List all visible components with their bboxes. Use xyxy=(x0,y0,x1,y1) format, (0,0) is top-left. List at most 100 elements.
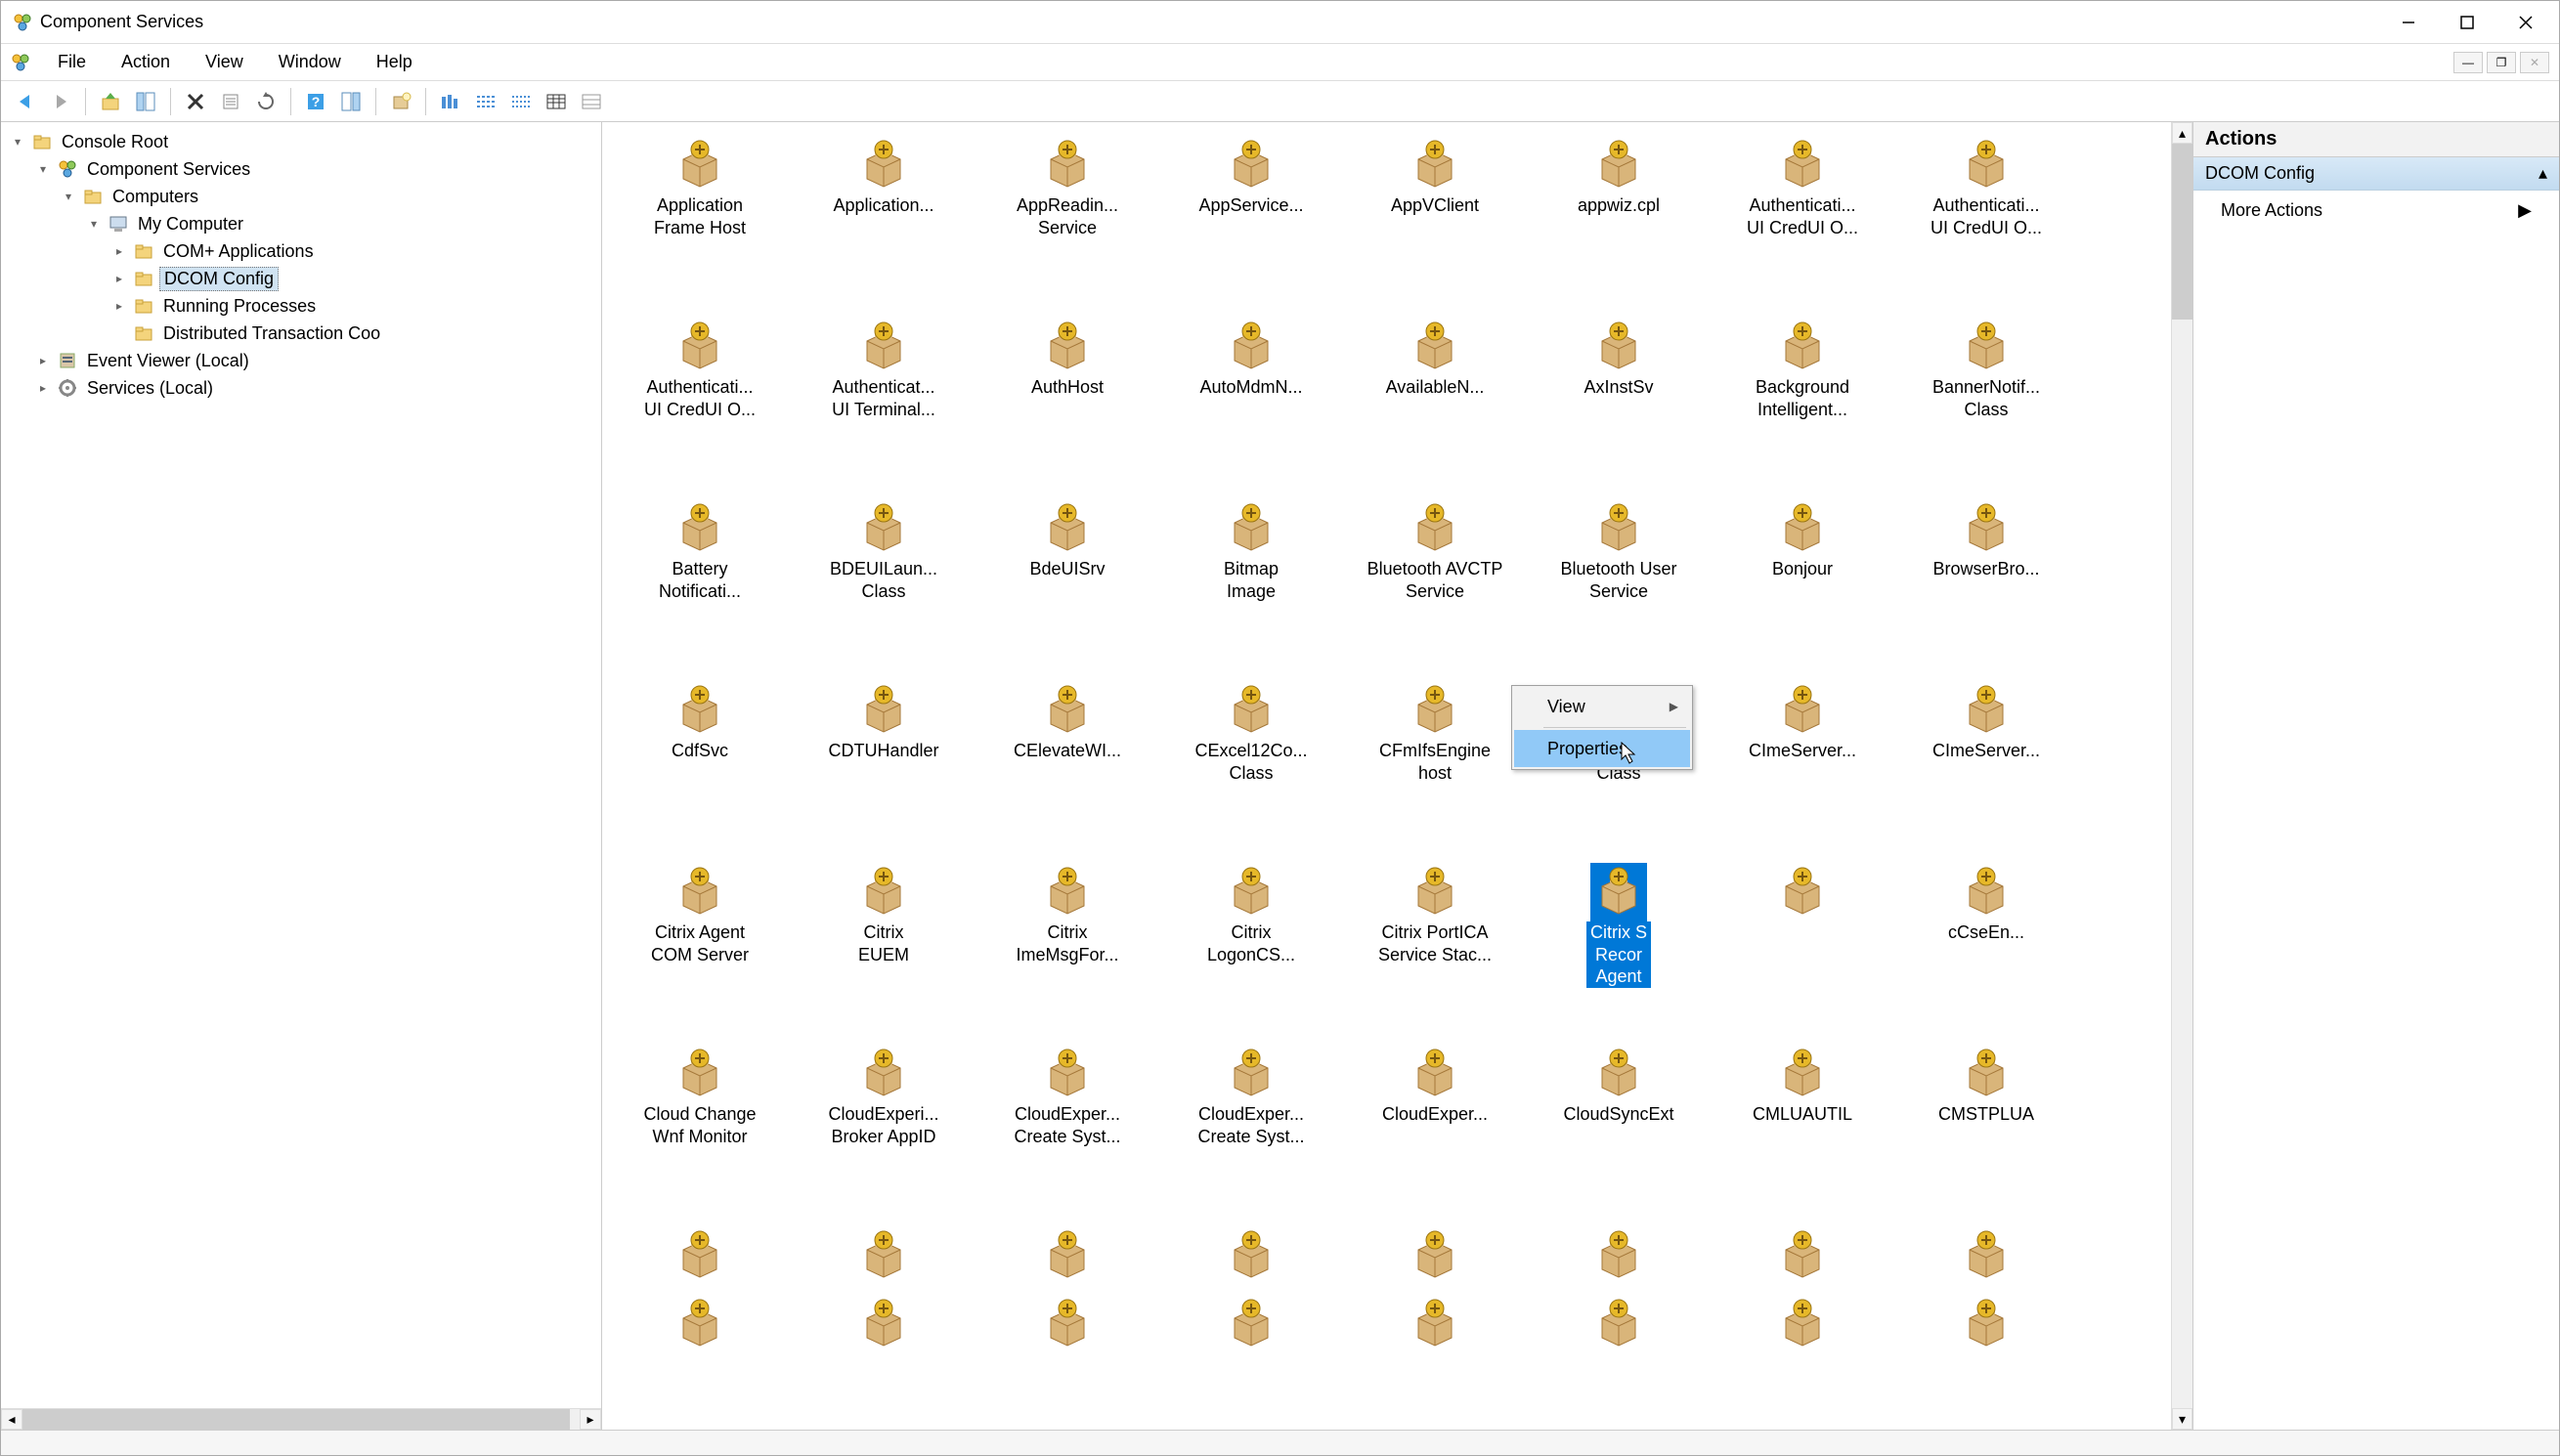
scroll-thumb[interactable] xyxy=(22,1409,570,1430)
dcom-item[interactable]: AuthHost xyxy=(976,312,1159,493)
dcom-item[interactable]: Citrix AgentCOM Server xyxy=(608,857,792,1039)
menu-window[interactable]: Window xyxy=(265,48,355,76)
dcom-item[interactable]: CitrixImeMsgFor... xyxy=(976,857,1159,1039)
delete-button[interactable] xyxy=(181,87,210,116)
tree-item[interactable]: ▾Component Services xyxy=(5,155,597,183)
dcom-item[interactable]: Authenticati...UI CredUI O... xyxy=(1711,130,1894,312)
dcom-item[interactable] xyxy=(1159,1220,1343,1289)
show-hide-action-pane-button[interactable] xyxy=(336,87,366,116)
dcom-item[interactable]: Citrix SRecorAgent xyxy=(1527,857,1711,1039)
scroll-right-icon[interactable]: ▸ xyxy=(580,1409,601,1430)
mdi-minimize-button[interactable]: — xyxy=(2453,52,2483,73)
dcom-item[interactable]: ApplicationFrame Host xyxy=(608,130,792,312)
view-status-button[interactable] xyxy=(436,87,465,116)
dcom-item[interactable]: Citrix PortICAService Stac... xyxy=(1343,857,1527,1039)
dcom-item[interactable] xyxy=(1711,1220,1894,1289)
expand-toggle[interactable]: ▾ xyxy=(60,190,77,203)
scroll-left-icon[interactable]: ◂ xyxy=(1,1409,22,1430)
tree-h-scrollbar[interactable]: ◂ ▸ xyxy=(1,1408,601,1430)
dcom-item[interactable]: CdfSvc xyxy=(608,675,792,857)
refresh-button[interactable] xyxy=(251,87,281,116)
dcom-icon-area[interactable]: ApplicationFrame HostApplication...AppRe… xyxy=(602,122,2171,1430)
dcom-item[interactable] xyxy=(1894,1289,2078,1357)
dcom-item[interactable]: CitrixLogonCS... xyxy=(1159,857,1343,1039)
view-detail-button[interactable] xyxy=(542,87,571,116)
dcom-item[interactable]: CloudExperi...Broker AppID xyxy=(792,1039,976,1220)
console-tree[interactable]: ▾Console Root▾Component Services▾Compute… xyxy=(1,122,601,1408)
scroll-down-icon[interactable]: ▾ xyxy=(2172,1408,2192,1430)
tree-item[interactable]: ▸Event Viewer (Local) xyxy=(5,347,597,374)
dcom-item[interactable] xyxy=(608,1220,792,1289)
dcom-item[interactable]: CExcel12Co...Class xyxy=(1159,675,1343,857)
dcom-item[interactable]: CMLUAUTIL xyxy=(1711,1039,1894,1220)
tree-item[interactable]: ▾Console Root xyxy=(5,128,597,155)
dcom-item[interactable]: AvailableN... xyxy=(1343,312,1527,493)
properties-button[interactable] xyxy=(216,87,245,116)
back-button[interactable] xyxy=(11,87,40,116)
expand-toggle[interactable]: ▸ xyxy=(110,299,128,313)
minimize-button[interactable] xyxy=(2379,1,2438,43)
dcom-item[interactable]: CDTUHandler xyxy=(792,675,976,857)
expand-toggle[interactable]: ▾ xyxy=(9,135,26,149)
dcom-item[interactable] xyxy=(1711,857,1894,1039)
dcom-item[interactable]: Application... xyxy=(792,130,976,312)
tree-item[interactable]: ▸COM+ Applications xyxy=(5,237,597,265)
dcom-item[interactable]: CMSTPLUA xyxy=(1894,1039,2078,1220)
dcom-item[interactable]: BrowserBro... xyxy=(1894,493,2078,675)
forward-button[interactable] xyxy=(46,87,75,116)
expand-toggle[interactable]: ▸ xyxy=(34,354,52,367)
dcom-item[interactable]: AutoMdmN... xyxy=(1159,312,1343,493)
dcom-item[interactable] xyxy=(1711,1289,1894,1357)
dcom-item[interactable]: Authenticat...UI Terminal... xyxy=(792,312,976,493)
scroll-thumb[interactable] xyxy=(2172,144,2192,320)
dcom-item[interactable]: AppReadin...Service xyxy=(976,130,1159,312)
dcom-item[interactable]: cCseEn... xyxy=(1894,857,2078,1039)
dcom-item[interactable]: Bluetooth UserService xyxy=(1527,493,1711,675)
tree-item[interactable]: ▾Computers xyxy=(5,183,597,210)
tree-item[interactable]: ▸Running Processes xyxy=(5,292,597,320)
scroll-up-icon[interactable]: ▴ xyxy=(2172,122,2192,144)
tree-item[interactable]: ▾My Computer xyxy=(5,210,597,237)
dcom-item[interactable] xyxy=(976,1220,1159,1289)
context-menu-view[interactable]: View ▶ xyxy=(1514,688,1690,725)
menu-action[interactable]: Action xyxy=(108,48,184,76)
dcom-item[interactable]: CFmIfsEnginehost xyxy=(1343,675,1527,857)
dcom-item[interactable]: Bonjour xyxy=(1711,493,1894,675)
main-v-scrollbar[interactable]: ▴ ▾ xyxy=(2171,122,2192,1430)
dcom-item[interactable]: CloudExper... xyxy=(1343,1039,1527,1220)
view-detail2-button[interactable] xyxy=(577,87,606,116)
tree-item[interactable]: ▸DCOM Config xyxy=(5,265,597,292)
expand-toggle[interactable]: ▸ xyxy=(110,244,128,258)
dcom-item[interactable] xyxy=(1159,1289,1343,1357)
tree-item[interactable]: ▸Services (Local) xyxy=(5,374,597,402)
dcom-item[interactable]: Authenticati...UI CredUI O... xyxy=(1894,130,2078,312)
close-button[interactable] xyxy=(2496,1,2555,43)
help-button[interactable]: ? xyxy=(301,87,330,116)
dcom-item[interactable] xyxy=(976,1289,1159,1357)
actions-section-header[interactable]: DCOM Config ▴ xyxy=(2193,157,2559,191)
menu-file[interactable]: File xyxy=(44,48,100,76)
dcom-item[interactable]: appwiz.cpl xyxy=(1527,130,1711,312)
dcom-item[interactable] xyxy=(608,1289,792,1357)
dcom-item[interactable]: CImeServer... xyxy=(1711,675,1894,857)
dcom-item[interactable]: Cloud ChangeWnf Monitor xyxy=(608,1039,792,1220)
expand-toggle[interactable]: ▸ xyxy=(110,272,128,285)
dcom-item[interactable] xyxy=(792,1220,976,1289)
dcom-item[interactable]: CloudExper...Create Syst... xyxy=(1159,1039,1343,1220)
dcom-item[interactable]: CloudExper...Create Syst... xyxy=(976,1039,1159,1220)
menu-help[interactable]: Help xyxy=(363,48,426,76)
dcom-item[interactable]: Authenticati...UI CredUI O... xyxy=(608,312,792,493)
dcom-item[interactable]: BdeUISrv xyxy=(976,493,1159,675)
new-object-button[interactable] xyxy=(386,87,415,116)
tree-item[interactable]: Distributed Transaction Coo xyxy=(5,320,597,347)
expand-toggle[interactable]: ▾ xyxy=(85,217,103,231)
menu-view[interactable]: View xyxy=(192,48,257,76)
view-list2-button[interactable] xyxy=(506,87,536,116)
dcom-item[interactable]: CImeServer... xyxy=(1894,675,2078,857)
dcom-item[interactable]: BatteryNotificati... xyxy=(608,493,792,675)
dcom-item[interactable]: AxInstSv xyxy=(1527,312,1711,493)
scroll-track[interactable] xyxy=(22,1409,580,1430)
expand-toggle[interactable]: ▸ xyxy=(34,381,52,395)
dcom-item[interactable]: Bluetooth AVCTPService xyxy=(1343,493,1527,675)
context-menu-properties[interactable]: Properties xyxy=(1514,730,1690,767)
